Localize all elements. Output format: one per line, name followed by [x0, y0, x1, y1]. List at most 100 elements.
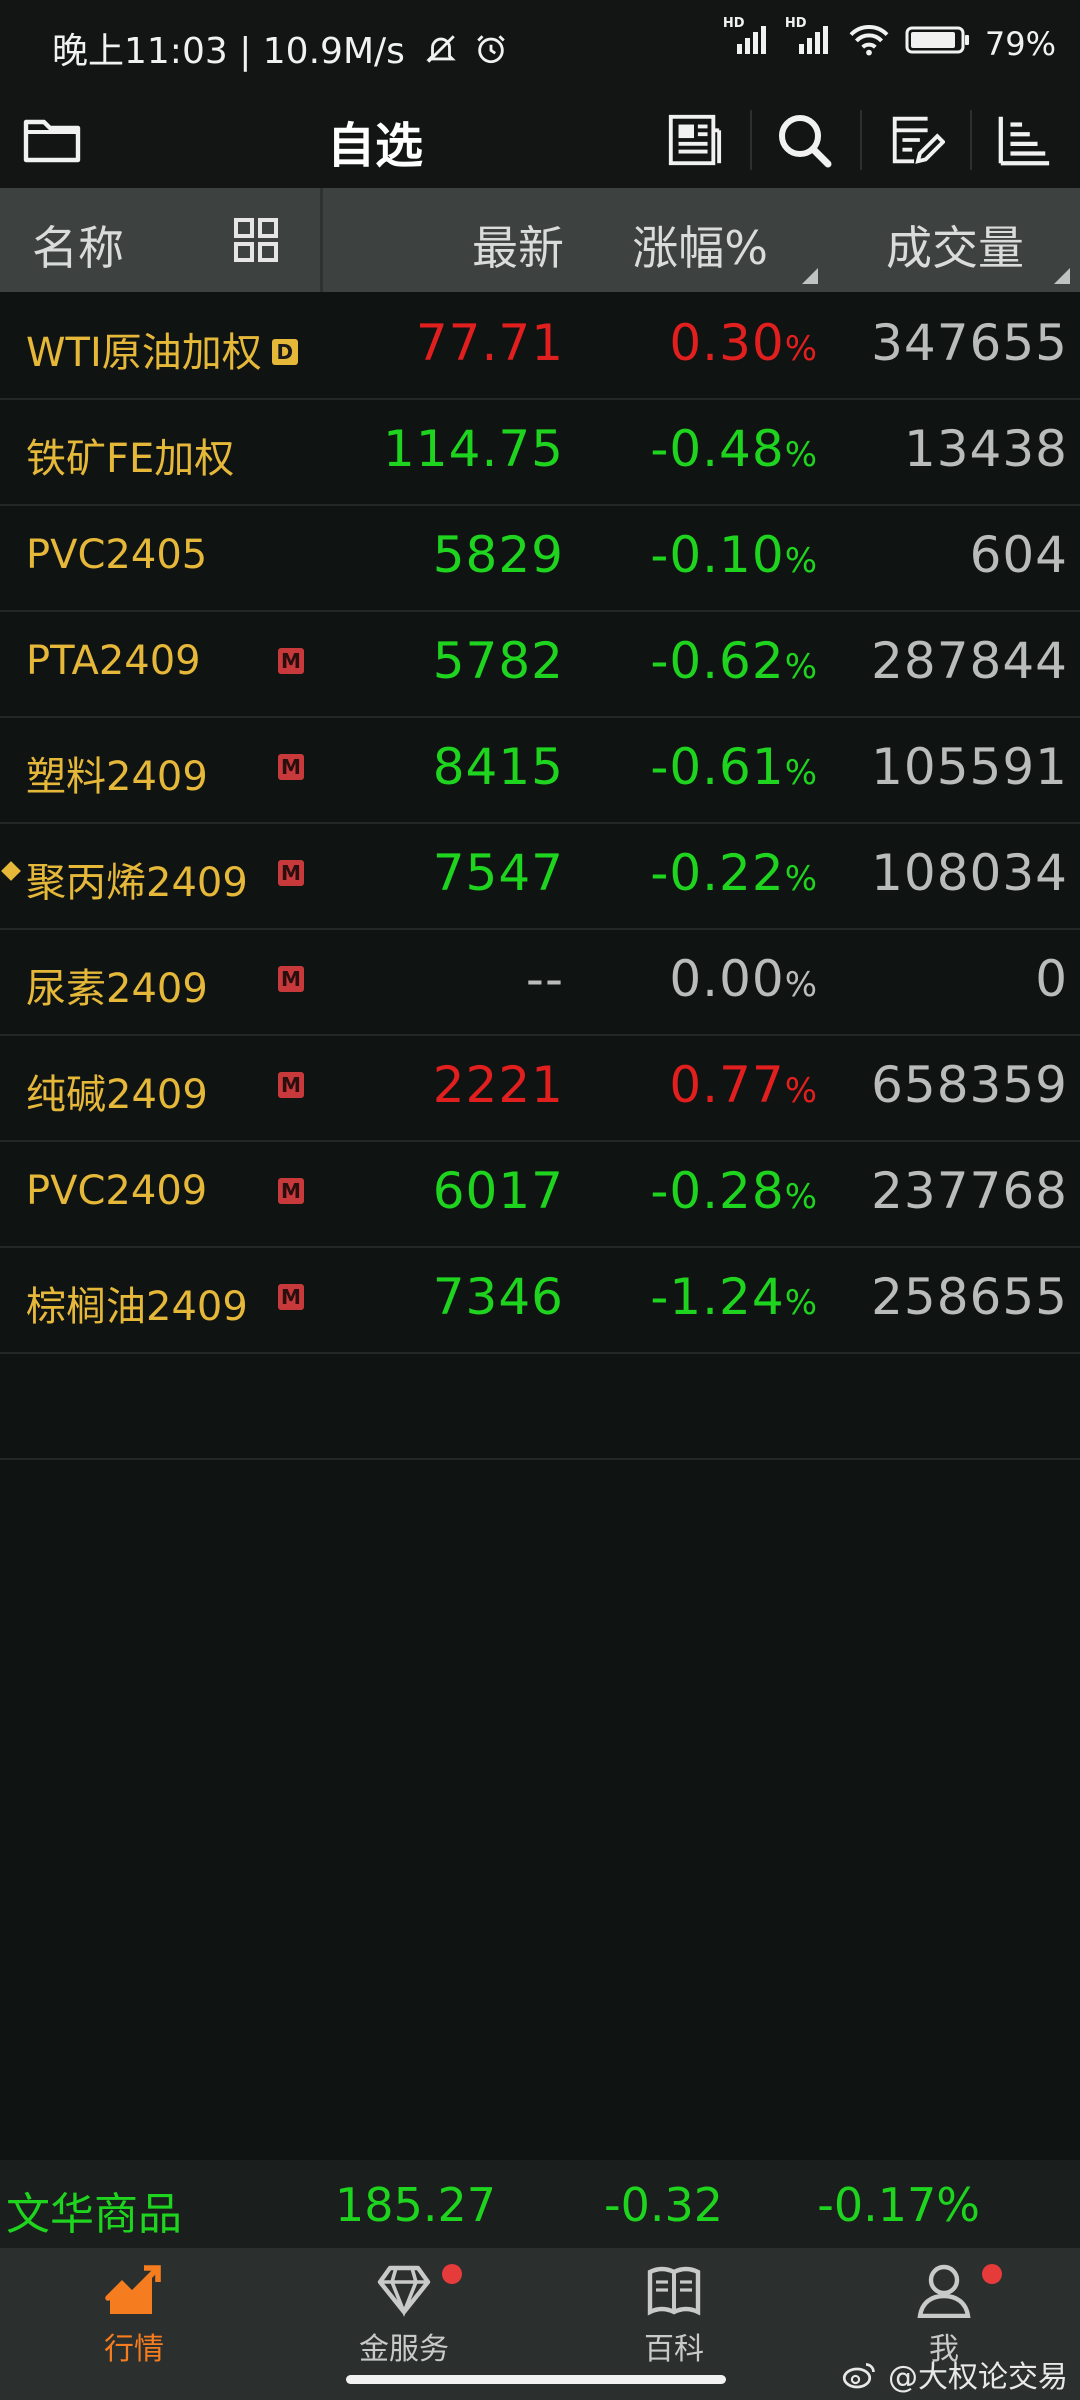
alarm-icon: [474, 32, 508, 75]
instrument-name: 聚丙烯2409: [26, 860, 248, 906]
column-volume[interactable]: 成交量: [886, 212, 1024, 278]
volume: 105591: [871, 738, 1068, 796]
notification-dot: [442, 2264, 462, 2284]
ticker-change-pct: -0.17%: [817, 2178, 980, 2232]
change-percent: -1.24%: [650, 1268, 818, 1326]
notification-dot: [982, 2264, 1002, 2284]
volume: 287844: [871, 632, 1068, 690]
latest-price: 5782: [432, 632, 564, 690]
volume: 347655: [871, 314, 1068, 372]
quote-row[interactable]: 塑料2409 M 8415 -0.61% 105591: [0, 716, 1080, 824]
badge-d-icon: D: [271, 339, 298, 365]
nav-item-market[interactable]: 行情: [34, 2262, 234, 2368]
ticker-value: 185.27: [335, 2178, 496, 2232]
nav-item-gold-service[interactable]: 金服务: [304, 2262, 504, 2368]
user-icon: [917, 2264, 971, 2319]
volume: 237768: [871, 1162, 1068, 1220]
badge-m-icon: M: [278, 860, 304, 886]
column-header: 名称 最新 涨幅% 成交量: [0, 188, 1080, 292]
change-percent: -0.61%: [650, 738, 818, 796]
page-title: 自选: [326, 118, 423, 174]
marker-diamond-icon: [1, 861, 21, 881]
toolbar-separator: [860, 110, 862, 170]
nav-item-encyclopedia[interactable]: 百科: [574, 2262, 774, 2368]
mute-icon: [424, 32, 458, 75]
ticker-change: -0.32: [603, 2178, 723, 2232]
sort-bars-icon: [998, 116, 1050, 166]
change-percent: -0.22%: [650, 844, 818, 902]
latest-price: 7346: [432, 1268, 564, 1326]
latest-price: --: [525, 950, 564, 1008]
edit-list-icon: [892, 116, 945, 164]
sort-button[interactable]: [988, 104, 1060, 176]
quote-row[interactable]: 尿素2409 M -- 0.00% 0: [0, 928, 1080, 1036]
latest-price: 6017: [432, 1162, 564, 1220]
status-right: HD HD 79%: [723, 16, 1056, 66]
column-latest[interactable]: 最新: [472, 212, 564, 278]
quote-row[interactable]: PVC2409 M 6017 -0.28% 237768: [0, 1140, 1080, 1248]
change-percent: -0.10%: [650, 526, 818, 584]
nav-label: 百科: [644, 2332, 704, 2367]
badge-m-icon: M: [278, 1072, 304, 1098]
grid-view-button[interactable]: [232, 216, 280, 268]
latest-price: 77.71: [415, 314, 564, 372]
latest-price: 2221: [432, 1056, 564, 1114]
instrument-name: WTI原油加权 D: [26, 320, 298, 378]
edit-list-button[interactable]: [880, 104, 952, 176]
toolbar-separator: [750, 110, 752, 170]
diamond-icon: [377, 2265, 431, 2317]
volume: 108034: [871, 844, 1068, 902]
instrument-name: 塑料2409: [26, 754, 208, 800]
volume: 13438: [903, 420, 1068, 478]
ticker-name: 文华商品: [6, 2189, 182, 2240]
instrument-name: 棕榈油2409: [26, 1284, 248, 1330]
index-ticker[interactable]: 文华商品 185.27 -0.32 -0.17%: [0, 2160, 1080, 2248]
latest-price: 114.75: [383, 420, 564, 478]
instrument-name: PTA2409: [26, 638, 201, 684]
change-percent: 0.77%: [669, 1056, 818, 1114]
battery-percent: 79%: [984, 25, 1056, 63]
quote-row[interactable]: 聚丙烯2409 M 7547 -0.22% 108034: [0, 822, 1080, 930]
badge-m-icon: M: [278, 648, 304, 674]
change-percent: -0.62%: [650, 632, 818, 690]
change-percent: -0.28%: [650, 1162, 818, 1220]
badge-m-icon: M: [278, 754, 304, 780]
column-name[interactable]: 名称: [32, 212, 124, 278]
status-net-speed: 10.9M/s: [262, 31, 405, 72]
column-change[interactable]: 涨幅%: [632, 212, 768, 278]
nav-label: 行情: [104, 2332, 164, 2367]
toolbar-separator: [970, 110, 972, 170]
badge-m-icon: M: [278, 966, 304, 992]
latest-price: 5829: [432, 526, 564, 584]
instrument-name: 纯碱2409: [26, 1072, 208, 1118]
header-divider: [320, 188, 323, 292]
instrument-name: PVC2405: [26, 532, 208, 578]
instrument-name: 尿素2409: [26, 966, 208, 1012]
search-button[interactable]: [768, 104, 840, 176]
battery-icon: [905, 24, 971, 64]
volume: 258655: [871, 1268, 1068, 1326]
volume: 0: [1035, 950, 1068, 1008]
quote-row[interactable]: PVC2405 5829 -0.10% 604: [0, 504, 1080, 612]
latest-price: 7547: [432, 844, 564, 902]
latest-price: 8415: [432, 738, 564, 796]
instrument-name: PVC2409: [26, 1168, 208, 1214]
status-bar: 晚上11:03 | 10.9M/s HD HD 79%: [0, 0, 1080, 96]
status-left: 晚上11:03 | 10.9M/s: [52, 22, 508, 75]
home-indicator[interactable]: [346, 2375, 726, 2384]
quote-row[interactable]: 棕榈油2409 M 7346 -1.24% 258655: [0, 1246, 1080, 1354]
volume: 658359: [871, 1056, 1068, 1114]
change-percent: -0.48%: [650, 420, 818, 478]
sort-indicator-icon: [1054, 268, 1070, 284]
search-icon: [779, 115, 832, 168]
badge-m-icon: M: [278, 1178, 304, 1204]
change-percent: 0.00%: [669, 950, 818, 1008]
quote-row[interactable]: 铁矿FE加权 114.75 -0.48% 13438: [0, 398, 1080, 506]
news-button[interactable]: [658, 104, 730, 176]
sort-indicator-icon: [802, 268, 818, 284]
quote-row[interactable]: 纯碱2409 M 2221 0.77% 658359: [0, 1034, 1080, 1142]
quote-row[interactable]: WTI原油加权 D 77.71 0.30% 347655: [0, 292, 1080, 400]
weibo-icon: [842, 2360, 878, 2398]
quote-row[interactable]: PTA2409 M 5782 -0.62% 287844: [0, 610, 1080, 718]
badge-m-icon: M: [278, 1284, 304, 1310]
